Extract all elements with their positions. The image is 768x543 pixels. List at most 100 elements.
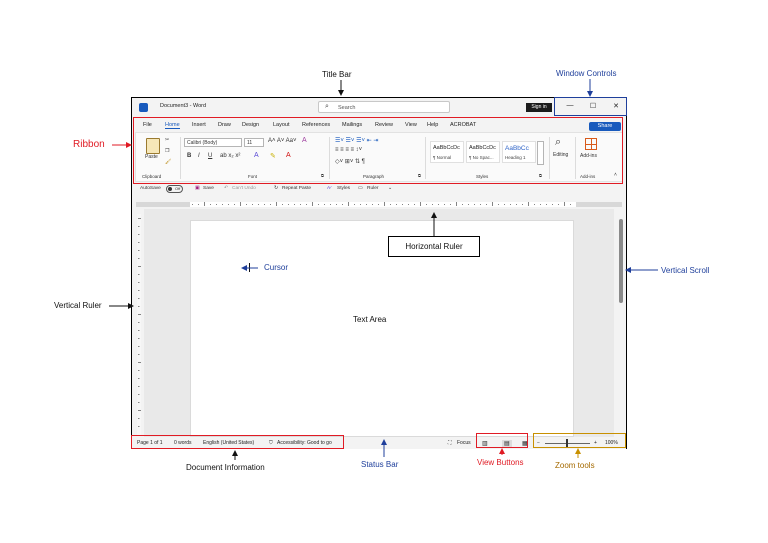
- ruler-tick: [546, 204, 547, 205]
- ruler-tick: [390, 204, 391, 205]
- focus-button[interactable]: Focus: [457, 440, 471, 446]
- ruler-tick: [480, 204, 481, 205]
- ruler-button[interactable]: Ruler: [367, 186, 378, 191]
- window-controls-label: Window Controls: [556, 69, 617, 78]
- quick-access-toolbar: AutoSave ▣ Save ↶ Can't Undo ↻ Repeat Pa…: [132, 184, 626, 195]
- text-cursor: [249, 263, 250, 272]
- ruler-tick: [138, 258, 140, 259]
- ruler-tick: [522, 204, 523, 205]
- ruler-tick: [534, 204, 535, 205]
- ruler-tick: [258, 204, 259, 205]
- window-title: Document3 - Word: [160, 103, 207, 109]
- ruler-tick: [378, 204, 379, 205]
- search-box[interactable]: ⌕ Search: [318, 101, 450, 113]
- ruler-tick: [138, 346, 140, 347]
- word-icon: [139, 103, 148, 112]
- ruler-tick: [294, 204, 295, 205]
- ruler-tick: [486, 204, 487, 205]
- ruler-tick: [288, 204, 289, 205]
- ruler-tick: [138, 242, 140, 243]
- ruler-tick: [138, 250, 140, 251]
- ruler-tick: [372, 204, 373, 205]
- ruler-tick: [138, 330, 140, 331]
- ruler-tick: [138, 370, 140, 371]
- ruler-tick: [510, 204, 511, 205]
- ruler-tick: [276, 202, 277, 206]
- search-icon: ⌕: [325, 103, 329, 110]
- vertical-ruler-label: Vertical Ruler: [54, 301, 102, 310]
- ruler-tick: [264, 204, 265, 205]
- ruler-tick: [396, 204, 397, 205]
- ruler-tick: [234, 204, 235, 205]
- vertical-scroll-thumb[interactable]: [619, 219, 623, 303]
- zoom-tools-highlight: [533, 433, 626, 448]
- ruler-tick: [306, 204, 307, 205]
- ruler-tick: [366, 204, 367, 205]
- styles-button[interactable]: Styles: [337, 186, 350, 191]
- ruler-tick: [138, 314, 141, 315]
- ruler-tick: [138, 274, 140, 275]
- autosave-label: AutoSave: [140, 186, 161, 191]
- zoom-tools-label: Zoom tools: [555, 461, 595, 470]
- ruler-tick: [252, 204, 253, 205]
- customize-qat-icon[interactable]: ⌄: [388, 186, 392, 191]
- horizontal-ruler[interactable]: [132, 200, 626, 209]
- ruler-tick: [330, 204, 331, 205]
- ruler-tick: [348, 202, 349, 206]
- sign-in-button[interactable]: Sign in: [526, 103, 552, 112]
- ruler-tick: [492, 202, 493, 206]
- focus-icon[interactable]: ⛶: [448, 440, 452, 446]
- ruler-tick: [138, 402, 140, 403]
- vertical-ruler[interactable]: [135, 214, 143, 436]
- view-buttons-label: View Buttons: [477, 458, 524, 467]
- text-area[interactable]: Cursor Text Area: [190, 220, 574, 437]
- ruler-tick: [138, 306, 140, 307]
- ruler-tick: [414, 204, 415, 205]
- ruler-tick: [312, 202, 313, 206]
- styles-icon[interactable]: A⁄: [327, 186, 331, 191]
- ruler-tick: [438, 204, 439, 205]
- ruler-tick: [138, 418, 140, 419]
- ruler-tick: [336, 204, 337, 205]
- title-bar-label: Title Bar: [322, 70, 352, 79]
- ruler-tick: [432, 204, 433, 205]
- ruler-tick: [138, 290, 140, 291]
- repeat-paste-button[interactable]: Repeat Paste: [282, 186, 311, 191]
- horizontal-ruler-ticks: [136, 202, 622, 207]
- ruler-tick: [138, 226, 140, 227]
- ruler-tick: [408, 204, 409, 205]
- ruler-tick: [324, 204, 325, 205]
- vertical-ruler-ticks: [137, 214, 141, 436]
- ruler-tick: [210, 204, 211, 205]
- ruler-tick: [282, 204, 283, 205]
- ruler-tick: [204, 202, 205, 206]
- ruler-tick: [402, 204, 403, 205]
- ruler-tick: [240, 202, 241, 206]
- repeat-icon[interactable]: ↻: [274, 186, 278, 191]
- title-bar: Document3 - Word ⌕ Search Sign in — ☐ ✕: [132, 98, 626, 117]
- ruler-icon[interactable]: ▭: [358, 186, 363, 191]
- autosave-toggle[interactable]: Off: [166, 185, 183, 193]
- ruler-tick: [528, 202, 529, 206]
- ruler-tick: [138, 394, 140, 395]
- horizontal-ruler-label: Horizontal Ruler: [388, 236, 480, 257]
- save-icon[interactable]: ▣: [195, 186, 200, 191]
- ruler-tick: [474, 204, 475, 205]
- ruler-tick: [498, 204, 499, 205]
- save-button[interactable]: Save: [203, 186, 214, 191]
- cursor-label: Cursor: [264, 263, 289, 272]
- ruler-tick: [216, 204, 217, 205]
- ruler-tick: [138, 378, 140, 379]
- ruler-tick: [552, 204, 553, 205]
- ruler-tick: [570, 204, 571, 205]
- ruler-tick: [456, 202, 457, 206]
- ruler-tick: [138, 234, 140, 235]
- ruler-tick: [246, 204, 247, 205]
- vertical-scrollbar[interactable]: [617, 209, 625, 437]
- ruler-tick: [222, 204, 223, 205]
- text-area-label: Text Area: [353, 315, 387, 324]
- vertical-scroll-label: Vertical Scroll: [661, 266, 710, 275]
- ruler-tick: [138, 298, 140, 299]
- document-canvas: Cursor Text Area: [144, 209, 614, 437]
- ruler-tick: [138, 322, 140, 323]
